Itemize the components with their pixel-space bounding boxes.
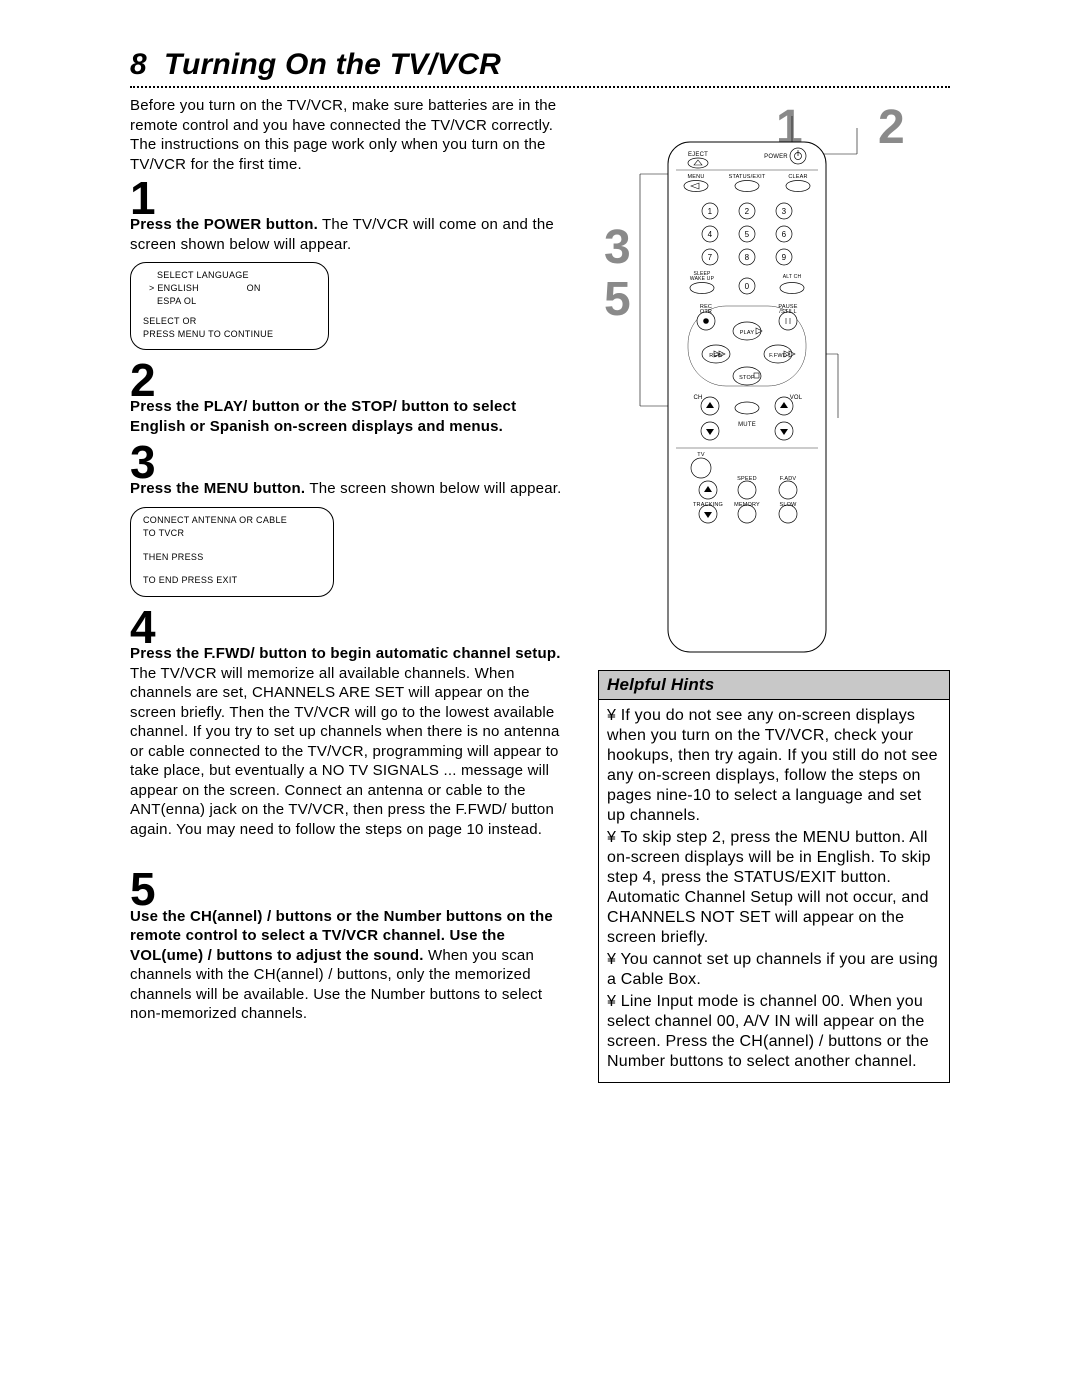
callout-5: 5 xyxy=(604,276,631,324)
hint-3: ¥ You cannot set up channels if you are … xyxy=(607,950,941,990)
num-0: 0 xyxy=(745,282,750,291)
screen-language: SELECT LANGUAGE > ENGLISH ON ESPA OL SEL… xyxy=(130,262,329,349)
screen2-l4: TO END PRESS EXIT xyxy=(143,574,323,588)
section-number: 8 xyxy=(130,48,147,81)
step-5-text: Use the CH(annel) / buttons or the Numbe… xyxy=(130,907,570,1024)
label-status: STATUS/EXIT xyxy=(729,174,766,180)
label-power: POWER xyxy=(764,154,788,160)
screen1-l3: ESPA OL xyxy=(143,295,318,308)
num-4: 4 xyxy=(708,230,713,239)
step-number-1: 1 xyxy=(130,178,570,219)
label-tv: TV xyxy=(697,452,705,458)
screen1-l2: > ENGLISH xyxy=(149,283,199,293)
left-column: Before you turn on the TV/VCR, make sure… xyxy=(130,96,570,1083)
step-4-rest: The TV/VCR will memorize all available c… xyxy=(130,665,560,838)
step-3-bold: Press the MENU button. xyxy=(130,480,305,497)
num-6: 6 xyxy=(782,230,787,239)
step-2-text: Press the PLAY/ button or the STOP/ butt… xyxy=(130,397,570,436)
label-eject: EJECT xyxy=(688,152,708,158)
page-title: 8 Turning On the TV/VCR xyxy=(130,45,950,84)
step-1-text: Press the POWER button. The TV/VCR will … xyxy=(130,215,570,254)
label-slow: SLOW xyxy=(780,502,798,508)
hint-1: ¥ If you do not see any on-screen displa… xyxy=(607,706,941,826)
callout-3: 3 xyxy=(604,224,631,272)
callout-2: 2 xyxy=(878,104,905,152)
step-number-2: 2 xyxy=(130,360,570,401)
screen-antenna: CONNECT ANTENNA OR CABLE TO TVCR THEN PR… xyxy=(130,507,334,597)
svg-text:/STILL: /STILL xyxy=(779,309,796,315)
label-wakeup: WAKE UP xyxy=(690,276,715,282)
step-2-bold: Press the PLAY/ button or the STOP/ butt… xyxy=(130,398,516,435)
label-ch: CH xyxy=(693,395,702,401)
num-3: 3 xyxy=(782,207,787,216)
label-clear: CLEAR xyxy=(788,174,807,180)
right-column: 1 2 3 5 4 EJECT xyxy=(598,96,950,1083)
screen1-l5: PRESS MENU TO CONTINUE xyxy=(143,328,318,341)
step-4-bold: Press the F.FWD/ button to begin automat… xyxy=(130,645,561,662)
step-number-5: 5 xyxy=(130,869,570,910)
helpful-hints-header: Helpful Hints xyxy=(599,671,949,700)
label-stop: STOP xyxy=(739,375,755,381)
screen2-l1: CONNECT ANTENNA OR CABLE xyxy=(143,514,323,528)
num-9: 9 xyxy=(782,253,787,262)
screen1-l4: SELECT OR xyxy=(143,315,318,328)
divider xyxy=(130,86,950,88)
helpful-hints-box: Helpful Hints ¥ If you do not see any on… xyxy=(598,670,950,1083)
num-7: 7 xyxy=(708,253,713,262)
screen1-l2b: ON xyxy=(247,283,261,293)
helpful-hints-body: ¥ If you do not see any on-screen displa… xyxy=(599,700,949,1082)
step-number-3: 3 xyxy=(130,442,570,483)
label-fadv: F.ADV xyxy=(780,476,797,482)
num-1: 1 xyxy=(708,207,713,216)
step-3-rest: The screen shown below will appear. xyxy=(305,480,561,497)
num-2: 2 xyxy=(745,207,750,216)
label-menu: MENU xyxy=(688,174,705,180)
screen1-l2-row: > ENGLISH ON xyxy=(143,282,318,295)
screen2-l3: THEN PRESS xyxy=(143,551,323,565)
label-vol: VOL xyxy=(790,395,803,401)
title-text: Turning On the TV/VCR xyxy=(164,48,501,81)
svg-text:OTR: OTR xyxy=(700,309,712,315)
screen1-l1: SELECT LANGUAGE xyxy=(143,269,318,282)
label-play: PLAY xyxy=(740,330,755,336)
label-tracking: TRACKING xyxy=(693,502,723,508)
num-5: 5 xyxy=(745,230,750,239)
intro-text: Before you turn on the TV/VCR, make sure… xyxy=(130,96,570,174)
num-8: 8 xyxy=(745,253,750,262)
hint-4: ¥ Line Input mode is channel 00. When yo… xyxy=(607,992,941,1072)
remote-diagram: EJECT POWER MENU STATUS/EXIT CLEAR xyxy=(628,96,868,662)
step-1-bold: Press the POWER button. xyxy=(130,216,318,233)
screen2-l2: TO TVCR xyxy=(143,527,323,541)
hint-2: ¥ To skip step 2, press the MENU button.… xyxy=(607,828,941,948)
step-4-text: Press the F.FWD/ button to begin automat… xyxy=(130,644,570,839)
label-speed: SPEED xyxy=(737,476,757,482)
label-mute: MUTE xyxy=(738,422,756,428)
label-altch: ALT CH xyxy=(783,274,802,280)
step-number-4: 4 xyxy=(130,607,570,648)
step-3-text: Press the MENU button. The screen shown … xyxy=(130,479,570,499)
label-memory: MEMORY xyxy=(734,502,760,508)
